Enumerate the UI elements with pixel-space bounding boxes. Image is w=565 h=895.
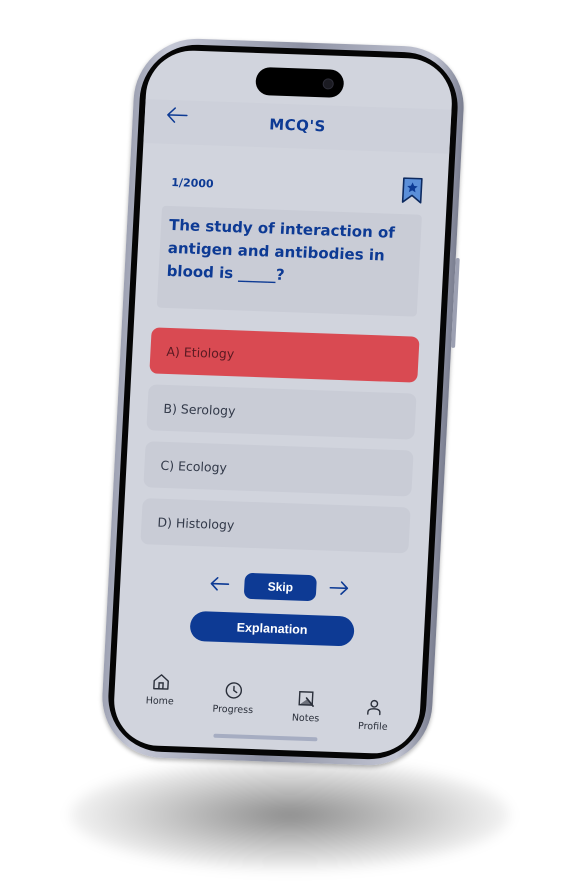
option-label: C) Ecology <box>160 457 228 475</box>
nav-item-notes[interactable]: Notes <box>291 688 321 741</box>
bookmark-star-icon <box>401 177 423 204</box>
option-label: A) Etiology <box>166 343 235 361</box>
clock-icon <box>225 682 243 699</box>
option-c[interactable]: C) Ecology <box>143 441 414 497</box>
nav-label: Home <box>145 695 175 708</box>
nav-item-progress[interactable]: Progress <box>211 680 255 739</box>
app-header: MCQ'S <box>143 99 452 154</box>
arrow-right-icon <box>329 581 349 595</box>
option-label: B) Serology <box>163 400 236 418</box>
bookmark-button[interactable] <box>401 176 424 205</box>
skip-button[interactable]: Skip <box>243 572 317 602</box>
option-d[interactable]: D) Histology <box>140 498 411 554</box>
home-icon <box>152 674 169 690</box>
option-b[interactable]: B) Serology <box>146 384 417 440</box>
page-title: MCQ'S <box>268 115 327 136</box>
question-text: The study of interaction of antigen and … <box>166 215 396 284</box>
camera-icon <box>322 78 334 90</box>
explanation-button[interactable]: Explanation <box>189 610 355 647</box>
bottom-navigation: Home Progress Notes Profile <box>112 670 421 745</box>
user-icon <box>366 699 381 716</box>
phone-screen: MCQ'S 1/2000 The study of interaction of… <box>111 49 455 755</box>
nav-item-profile[interactable]: Profile <box>357 697 389 744</box>
phone-shadow <box>70 760 510 870</box>
phone-device: MCQ'S 1/2000 The study of interaction of… <box>99 36 467 768</box>
question-card: The study of interaction of antigen and … <box>156 205 422 317</box>
next-question-button[interactable] <box>328 577 351 602</box>
previous-question-button[interactable] <box>208 572 231 597</box>
nav-item-home[interactable]: Home <box>144 671 175 736</box>
arrow-left-icon <box>210 577 230 591</box>
option-label: D) Histology <box>157 514 235 532</box>
question-counter: 1/2000 <box>170 176 214 191</box>
dynamic-island <box>255 66 345 98</box>
question-navigation: Skip <box>120 566 427 607</box>
nav-label: Progress <box>212 703 254 717</box>
notes-icon <box>298 690 314 707</box>
option-a[interactable]: A) Etiology <box>149 327 420 383</box>
nav-label: Notes <box>291 712 320 725</box>
options-list: A) Etiology B) Serology C) Ecology D) Hi… <box>140 327 420 564</box>
nav-label: Profile <box>357 720 388 733</box>
